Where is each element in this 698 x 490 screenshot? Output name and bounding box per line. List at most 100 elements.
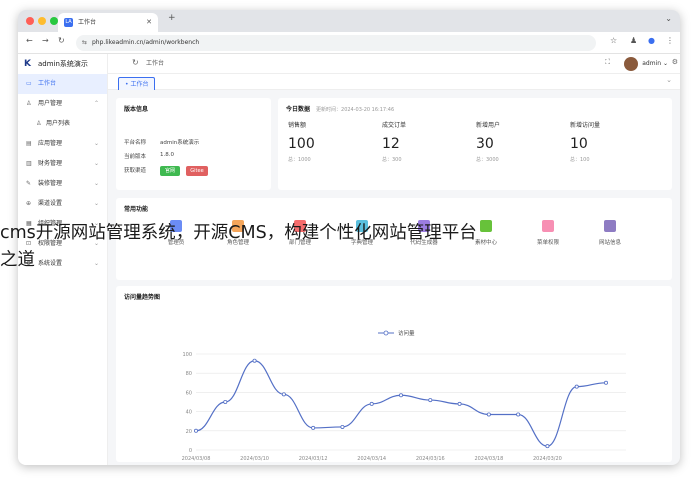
chevron-down-icon[interactable]: ⌄ [666, 76, 672, 84]
settings-gear-icon[interactable]: ⚙ [672, 58, 678, 66]
data-point [457, 401, 462, 406]
stat-label: 成交订单 [382, 122, 407, 129]
quick-item-label: 网站信息 [598, 240, 621, 246]
row-value: admin系统演示 [160, 140, 200, 146]
data-point [194, 428, 199, 433]
site-info-icon[interactable]: ⇆ [82, 35, 87, 51]
row-key: 平台名称 [124, 140, 147, 146]
back-arrow-icon[interactable]: ← [26, 36, 33, 45]
refresh-icon[interactable]: ↻ [132, 58, 139, 67]
chevron-down-icon: ⌄ [93, 160, 99, 167]
version-card-title: 版本信息 [124, 106, 149, 113]
new-tab-button[interactable]: + [168, 13, 176, 23]
maximize-window-icon[interactable] [50, 17, 58, 25]
stat-label: 销售额 [288, 122, 307, 129]
stat-value: 30 [476, 136, 494, 152]
x-tick-label: 2024/03/10 [240, 456, 269, 462]
tab-title: 工作台 [78, 19, 97, 26]
sidebar-item-finance[interactable]: ▥ 财务管理 ⌄ [18, 154, 107, 174]
quick-item-6[interactable]: 菜单权限 [518, 220, 578, 246]
version-card: 版本信息 平台名称 admin系统演示 当前版本 1.8.0 获取渠道 官网 Git… [116, 98, 271, 190]
favicon-icon: LA [64, 18, 73, 27]
sidebar-item-user-management[interactable]: ♙ 用户管理 ⌃ [18, 94, 107, 114]
user-icon: ♙ [36, 120, 42, 127]
forward-arrow-icon[interactable]: → [42, 36, 49, 45]
stat-total: 总：300 [382, 157, 402, 163]
version-row: 平台名称 admin系统演示 [124, 138, 199, 146]
username[interactable]: admin ⌄ [642, 54, 668, 74]
y-tick-label: 80 [186, 371, 192, 377]
x-tick-label: 2024/03/20 [533, 456, 562, 462]
sidebar-item-app-management[interactable]: ▤ 应用管理 ⌄ [18, 134, 107, 154]
bookmark-star-icon[interactable]: ☆ [610, 36, 617, 45]
stat-value: 10 [570, 136, 588, 152]
decorate-icon: ✎ [26, 180, 32, 187]
x-tick-label: 2024/03/18 [474, 456, 503, 462]
quick-item-icon [480, 220, 492, 232]
stat-label: 新增访问量 [570, 122, 601, 129]
stat-value: 12 [382, 136, 400, 152]
sidebar-item-label: 用户管理 [38, 100, 63, 107]
avatar[interactable] [624, 57, 638, 71]
tab-workbench[interactable]: • 工作台 [118, 77, 156, 90]
y-tick-label: 20 [186, 429, 192, 435]
chevron-down-icon: ⌄ [93, 180, 99, 187]
sidebar-item-label: 财务管理 [38, 160, 63, 167]
sidebar-item-label: 渠道设置 [38, 200, 63, 207]
stat-total: 总：3000 [476, 157, 499, 163]
address-bar: ← → ↻ ⇆ php.likeadmin.cn/admin/workbench… [18, 32, 680, 54]
y-tick-label: 60 [186, 390, 192, 396]
version-row: 获取渠道 [124, 166, 146, 174]
stat-total: 总：100 [570, 157, 590, 163]
sidebar-item-channel[interactable]: ⊕ 渠道设置 ⌄ [18, 194, 107, 214]
x-tick-label: 2024/03/14 [357, 456, 386, 462]
data-point [428, 398, 433, 403]
browser-tab[interactable]: LA 工作台 ✕ [58, 13, 158, 32]
url-input[interactable]: ⇆ php.likeadmin.cn/admin/workbench [76, 35, 596, 51]
data-point [281, 392, 286, 397]
sidebar-item-label: 用户列表 [46, 120, 71, 127]
data-point [252, 358, 257, 363]
today-data-card: 今日数据 更新时间：2024-03-20 16:17:46 销售额 100 总：100… [278, 98, 672, 190]
sidebar-item-decoration[interactable]: ✎ 装修管理 ⌄ [18, 174, 107, 194]
tab-strip: LA 工作台 ✕ + ⌄ [18, 10, 680, 32]
reload-icon[interactable]: ↻ [58, 36, 65, 45]
quick-item-7[interactable]: 网站信息 [580, 220, 640, 246]
extensions-icon[interactable]: ♟ [630, 36, 637, 45]
channel-icon: ⊕ [26, 200, 32, 207]
url-text: php.likeadmin.cn/admin/workbench [92, 39, 200, 46]
breadcrumb: 工作台 [146, 60, 165, 67]
data-point [545, 444, 550, 449]
username-label: admin [642, 60, 662, 67]
sidebar-item-workbench[interactable]: ▭ 工作台 [18, 74, 107, 94]
browser-menu-icon[interactable]: ⋮ [666, 36, 674, 45]
y-tick-label: 0 [189, 448, 192, 454]
minimize-window-icon[interactable] [38, 17, 46, 25]
official-site-button[interactable]: 官网 [160, 166, 180, 176]
close-tab-icon[interactable]: ✕ [146, 13, 152, 32]
y-tick-label: 40 [186, 410, 192, 416]
user-icon: ♙ [26, 100, 32, 107]
visits-chart-card: 访问量趋势图 0 20 40 60 80 100 2024/03/08 2024/03/10 2… [116, 286, 672, 462]
data-point [369, 401, 374, 406]
overlay-caption: cms开源网站管理系统，开源CMS，构建个性化网站管理平台 之道 [0, 220, 477, 274]
top-header: ↻ 工作台 ⛶ admin ⌄ ⚙ [108, 54, 680, 74]
close-window-icon[interactable] [26, 17, 34, 25]
today-card-title: 今日数据 更新时间：2024-03-20 16:17:46 [286, 104, 394, 113]
sidebar-item-label: 装修管理 [38, 180, 63, 187]
chevron-up-icon: ⌃ [93, 100, 99, 107]
data-point [340, 424, 345, 429]
data-point [223, 400, 228, 405]
legend-label: 访问量 [398, 329, 415, 337]
tab-list-chevron-icon[interactable]: ⌄ [665, 14, 672, 23]
y-tick-label: 100 [182, 352, 192, 358]
stat-total: 总：1000 [288, 157, 311, 163]
gitee-button[interactable]: Gitee [186, 166, 208, 176]
sidebar-item-user-list[interactable]: ♙ 用户列表 [18, 114, 107, 134]
series-line [195, 360, 607, 447]
profile-icon[interactable]: ● [648, 36, 655, 45]
data-point [516, 412, 521, 417]
fullscreen-icon[interactable]: ⛶ [605, 58, 610, 67]
data-point [311, 425, 316, 430]
sidebar-item-label: 工作台 [38, 80, 57, 87]
